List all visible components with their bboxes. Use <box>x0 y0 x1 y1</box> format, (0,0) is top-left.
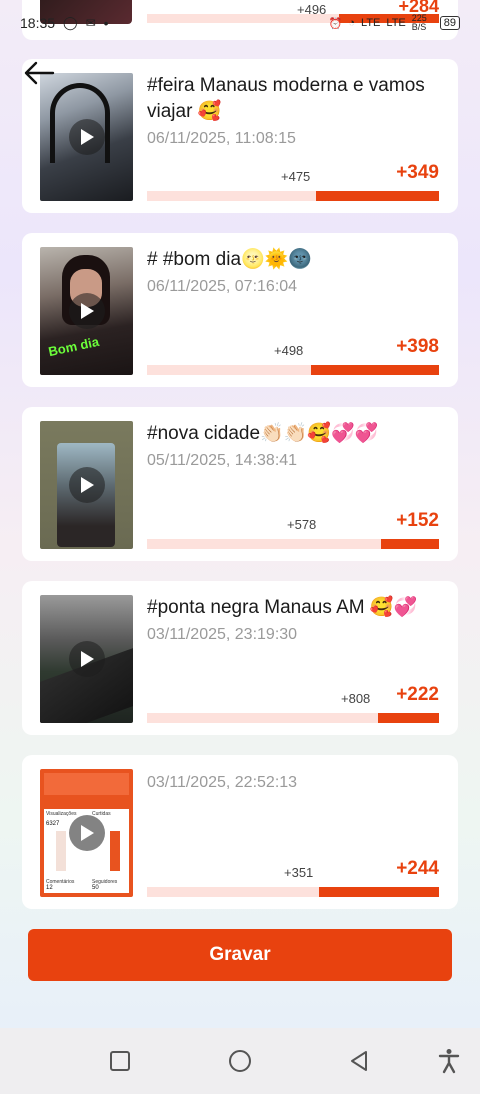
play-icon[interactable] <box>68 815 105 851</box>
big-value: +349 <box>396 162 439 183</box>
play-icon[interactable] <box>68 467 105 503</box>
video-title: #ponta negra Manaus AM 🥰💞 <box>147 597 418 618</box>
status-time: 18:35 <box>20 15 56 31</box>
big-value: +398 <box>396 336 439 357</box>
thumb-header <box>44 773 129 795</box>
play-icon[interactable] <box>68 119 105 155</box>
video-date: 06/11/2025, 11:08:15 <box>147 130 296 147</box>
progress-fill <box>380 539 439 549</box>
accessibility-icon <box>438 1049 460 1074</box>
progress-fill <box>377 713 439 723</box>
video-item[interactable]: #nova cidade👏🏻👏🏻🥰💞💞 05/11/2025, 14:38:41… <box>22 407 458 561</box>
video-title: #feira Manaus moderna e vamos viajar 🥰 <box>147 75 425 122</box>
progress-track <box>147 713 439 723</box>
progress-track <box>147 887 439 897</box>
back-nav-button[interactable] <box>344 1046 374 1076</box>
small-value: +498 <box>274 343 304 358</box>
accessibility-button[interactable] <box>434 1046 464 1076</box>
status-bar: 18:35 ◯ ✉ • ⏰ ◔ LTE LTE 225 B/S 89 <box>0 0 480 46</box>
stats-label: Visualizações <box>46 811 77 817</box>
record-button[interactable]: Gravar <box>28 929 452 981</box>
small-value: +351 <box>284 865 314 880</box>
video-item[interactable]: #ponta negra Manaus AM 🥰💞 03/11/2025, 23… <box>22 581 458 735</box>
video-item[interactable]: #feira Manaus moderna e vamos viajar 🥰 0… <box>22 59 458 213</box>
video-thumbnail: Bom dia <box>40 247 133 375</box>
stats-value: 12 <box>46 885 53 891</box>
back-button[interactable] <box>22 56 56 90</box>
stats-value: 6327 <box>46 821 60 827</box>
big-value: +244 <box>396 858 439 879</box>
progress-track <box>147 365 439 375</box>
video-item[interactable]: Visualizações Curtidas 6327 Comentários … <box>22 755 458 909</box>
progress-fill <box>316 191 439 201</box>
notification-icon: ✉ <box>85 16 96 30</box>
video-title: # #bom dia🌝🌞🌚 <box>147 249 312 270</box>
network-label-1: LTE <box>361 17 381 29</box>
big-value: +152 <box>396 510 439 531</box>
big-value: +222 <box>396 684 439 705</box>
square-icon <box>110 1051 130 1071</box>
progress-track <box>147 539 439 549</box>
alarm-icon: ⏰ <box>328 17 343 30</box>
network-label-2: LTE <box>386 17 406 29</box>
video-thumbnail <box>40 421 133 549</box>
small-value: +578 <box>287 517 317 532</box>
progress-track <box>147 191 439 201</box>
arrow-left-icon <box>24 61 55 85</box>
bom-dia-text: Bom dia <box>47 333 101 360</box>
network-speed: 225 B/S <box>411 13 427 32</box>
dot-icon: • <box>103 15 109 31</box>
battery-icon: 89 <box>439 16 460 30</box>
progress-fill <box>319 887 439 897</box>
small-value: +808 <box>341 691 371 706</box>
circle-icon <box>229 1050 251 1072</box>
home-button[interactable] <box>225 1046 255 1076</box>
video-thumbnail: Visualizações Curtidas 6327 Comentários … <box>40 769 133 897</box>
video-date: 06/11/2025, 07:16:04 <box>147 278 298 295</box>
triangle-back-icon <box>351 1051 367 1071</box>
play-icon[interactable] <box>68 293 105 329</box>
play-icon[interactable] <box>68 641 105 677</box>
progress-fill <box>310 365 439 375</box>
video-date: 03/11/2025, 22:52:13 <box>147 774 298 791</box>
small-value: +475 <box>281 169 311 184</box>
whatsapp-icon: ◯ <box>63 15 78 30</box>
video-date: 05/11/2025, 14:38:41 <box>147 452 298 469</box>
stats-value: 50 <box>92 885 99 891</box>
video-title: #nova cidade👏🏻👏🏻🥰💞💞 <box>147 423 379 444</box>
video-date: 03/11/2025, 23:19:30 <box>147 626 298 643</box>
stats-bar <box>56 831 66 871</box>
recent-apps-button[interactable] <box>105 1046 135 1076</box>
system-nav-bar <box>0 1028 480 1094</box>
wifi-icon: ◔ <box>348 17 356 29</box>
video-thumbnail <box>40 595 133 723</box>
stats-bar <box>110 831 120 871</box>
video-item[interactable]: Bom dia # #bom dia🌝🌞🌚 06/11/2025, 07:16:… <box>22 233 458 387</box>
video-thumbnail <box>40 73 133 201</box>
